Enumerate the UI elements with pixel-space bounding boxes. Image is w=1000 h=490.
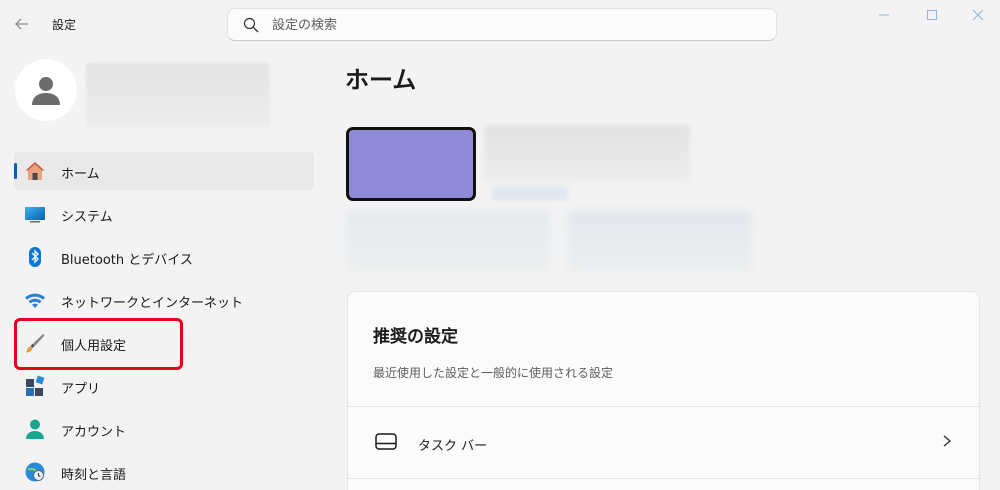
sidebar-item-label: ネットワークとインターネット [61, 296, 244, 311]
device-info-redacted [484, 125, 690, 181]
highlight-annotation [14, 318, 183, 370]
maximize-button[interactable] [912, 4, 952, 26]
setting-row-label: タスク バー [418, 439, 488, 454]
sidebar-item-accounts[interactable]: アカウント [14, 410, 314, 448]
profile-info-redacted [86, 63, 270, 127]
account-icon [24, 418, 46, 440]
sidebar-item-time-language[interactable]: 時刻と言語 [14, 453, 314, 490]
search-box[interactable] [227, 8, 777, 41]
active-indicator [14, 163, 17, 179]
sidebar-item-system[interactable]: システム [14, 195, 314, 233]
close-icon [972, 9, 984, 21]
rename-link-redacted[interactable] [492, 186, 568, 200]
title-bar: 設定 [0, 0, 1000, 48]
chevron-right-icon [940, 431, 954, 451]
device-image [346, 127, 476, 201]
search-icon [243, 17, 259, 33]
sidebar-item-label: ホーム [61, 167, 100, 182]
search-input[interactable] [272, 15, 762, 35]
recommended-settings-card: 推奨の設定 最近使用した設定と一般的に使用される設定 タスク バー [347, 291, 980, 490]
close-button[interactable] [958, 4, 998, 26]
sidebar-item-home[interactable]: ホーム [14, 152, 314, 190]
sidebar-item-apps[interactable]: アプリ [14, 367, 314, 405]
sidebar-item-network[interactable]: ネットワークとインターネット [14, 281, 314, 319]
sidebar-item-label: システム [61, 210, 113, 225]
status-tile-redacted[interactable] [568, 210, 752, 272]
home-icon [24, 160, 46, 182]
time-language-icon [24, 461, 46, 483]
back-button[interactable] [8, 10, 36, 38]
window-title: 設定 [52, 18, 77, 32]
sidebar-item-label: 時刻と言語 [61, 468, 127, 483]
divider [348, 478, 979, 479]
system-icon [24, 203, 46, 225]
bluetooth-icon [24, 246, 46, 268]
sidebar-item-label: アプリ [61, 382, 101, 397]
minimize-button[interactable] [864, 4, 904, 26]
sidebar-item-bluetooth[interactable]: Bluetooth とデバイス [14, 238, 314, 276]
card-description: 最近使用した設定と一般的に使用される設定 [373, 366, 614, 380]
sidebar-item-label: アカウント [61, 425, 127, 440]
status-tile-redacted[interactable] [346, 210, 550, 272]
sidebar-item-label: Bluetooth とデバイス [61, 253, 193, 268]
avatar[interactable] [15, 59, 77, 121]
apps-icon [24, 375, 46, 397]
card-title: 推奨の設定 [373, 327, 458, 347]
user-icon [32, 77, 60, 105]
wifi-icon [24, 289, 46, 311]
back-arrow-icon [15, 18, 28, 30]
taskbar-icon [374, 431, 398, 453]
maximize-icon [927, 10, 937, 20]
setting-row-taskbar[interactable]: タスク バー [348, 407, 979, 477]
minimize-icon [879, 14, 889, 16]
page-title: ホーム [345, 66, 417, 94]
